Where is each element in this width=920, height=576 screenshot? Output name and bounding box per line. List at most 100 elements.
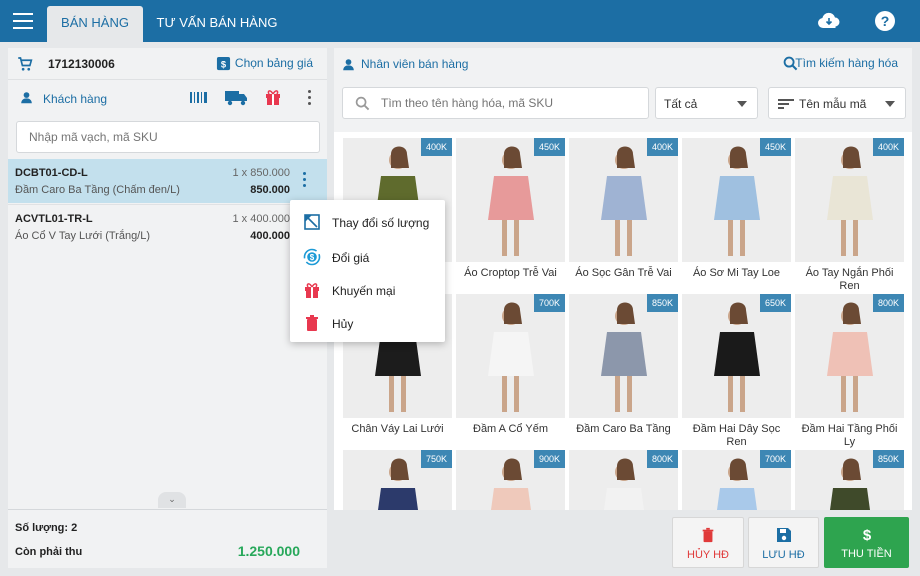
product-image: 400K: [569, 138, 678, 262]
sort-select[interactable]: Tên mẫu mã: [768, 87, 906, 119]
price-badge: 900K: [533, 450, 565, 468]
product-name: Đầm Hai Dây Sọc Ren: [692, 423, 781, 448]
barcode-input-box: [16, 121, 320, 153]
save-invoice-label: LƯU HĐ: [762, 549, 805, 561]
customer-row: Khách hàng: [8, 81, 327, 115]
product-image: 400K: [795, 138, 904, 262]
sort-value: Tên mẫu mã: [799, 97, 867, 111]
sort-icon: [778, 99, 794, 109]
item-name: Đầm Caro Ba Tầng (Chấm đen/L): [15, 184, 180, 196]
category-value: Tất cả: [664, 97, 698, 111]
save-invoice-button[interactable]: LƯU HĐ: [748, 517, 819, 568]
price-badge: 850K: [646, 294, 678, 312]
user-icon: [21, 92, 32, 104]
menu-item-change-price[interactable]: $ Đổi giá: [290, 242, 445, 272]
price-badge: 750K: [420, 450, 452, 468]
svg-text:?: ?: [881, 13, 890, 29]
barcode-input[interactable]: [17, 122, 319, 152]
price-badge: 400K: [420, 138, 452, 156]
item-qty: 1 x 400.000: [232, 213, 291, 225]
customer-button[interactable]: Khách hàng: [43, 92, 107, 106]
save-icon: [776, 528, 791, 542]
top-bar: BÁN HÀNG TƯ VẤN BÁN HÀNG ?: [0, 0, 920, 42]
product-image: 650K: [682, 294, 791, 418]
menu-item-label: Thay đổi số lượng: [332, 216, 430, 230]
menu-item-change-quantity[interactable]: Thay đổi số lượng: [290, 207, 445, 237]
barcode-icon[interactable]: [188, 89, 210, 106]
price-badge: 700K: [759, 450, 791, 468]
item-total: 850.000: [250, 184, 290, 196]
cloud-sync-icon[interactable]: [817, 9, 841, 33]
search-icon: [355, 96, 370, 111]
product-name: Áo Sọc Gân Trễ Vai: [575, 267, 672, 279]
trash-icon: [306, 315, 318, 331]
amount-due-value: 1.250.000: [237, 543, 300, 559]
product-image: 700K: [682, 450, 791, 510]
tab-sales-consulting[interactable]: TƯ VẤN BÁN HÀNG: [150, 6, 284, 42]
find-products-button[interactable]: Tìm kiếm hàng hóa: [795, 56, 898, 70]
collect-payment-label: THU TIỀN: [841, 548, 892, 560]
item-name: Áo Cổ V Tay Lưới (Trắng/L): [15, 230, 151, 242]
product-image: 450K: [456, 138, 565, 262]
product-image: 900K: [456, 450, 565, 510]
product-image: 850K: [795, 450, 904, 510]
menu-item-delete[interactable]: Hủy: [290, 308, 445, 338]
amount-due-label: Còn phải thu: [15, 546, 83, 558]
svg-text:$: $: [310, 253, 315, 262]
more-options-icon[interactable]: [308, 90, 312, 105]
trash-icon: [702, 527, 714, 543]
product-name: Áo Croptop Trễ Vai: [464, 267, 557, 279]
choose-pricebook-button[interactable]: Chọn bảng giá: [235, 56, 313, 70]
edit-quantity-icon: [304, 214, 320, 230]
product-name: Chân Váy Lai Lưới: [351, 423, 444, 435]
product-search-box: [342, 87, 649, 119]
price-badge: 800K: [646, 450, 678, 468]
price-badge: 650K: [759, 294, 791, 312]
order-header: 1712130006 $ Chọn bảng giá: [8, 48, 327, 80]
sales-staff-button[interactable]: Nhân viên bán hàng: [361, 57, 468, 71]
price-list-icon[interactable]: $: [216, 56, 231, 71]
price-badge: 450K: [759, 138, 791, 156]
menu-item-label: Khuyến mại: [332, 284, 396, 298]
item-context-menu: Thay đổi số lượng $ Đổi giá Khuyến mại H…: [290, 200, 445, 342]
menu-item-label: Hủy: [332, 317, 354, 331]
price-badge: 400K: [646, 138, 678, 156]
order-id: 1712130006: [48, 57, 115, 71]
product-image: 800K: [569, 450, 678, 510]
collect-payment-button[interactable]: $ THU TIỀN: [824, 517, 909, 568]
gift-icon: [305, 283, 319, 298]
gift-icon[interactable]: [264, 88, 282, 106]
cart-icon: [18, 57, 33, 71]
svg-text:$: $: [221, 59, 227, 69]
total-quantity: Số lượng: 2: [15, 522, 78, 534]
price-badge: 450K: [533, 138, 565, 156]
delivery-truck-icon[interactable]: [224, 89, 248, 106]
menu-icon[interactable]: [13, 13, 33, 29]
cart-line-item[interactable]: DCBT01-CD-L Đầm Caro Ba Tầng (Chấm đen/L…: [8, 159, 327, 203]
price-badge: 850K: [872, 450, 904, 468]
item-menu-icon[interactable]: [303, 172, 307, 190]
product-name: Áo Tay Ngắn Phối Ren: [805, 267, 894, 292]
product-name: Đầm Hai Tầng Phối Ly: [801, 423, 898, 448]
category-select[interactable]: Tất cả: [655, 87, 758, 119]
menu-item-label: Đổi giá: [332, 251, 370, 265]
product-image: 450K: [682, 138, 791, 262]
item-code: DCBT01-CD-L: [15, 167, 88, 179]
cancel-invoice-label: HỦY HĐ: [687, 549, 729, 561]
price-badge: 800K: [872, 294, 904, 312]
cart-line-item[interactable]: ACVTL01-TR-L Áo Cổ V Tay Lưới (Trắng/L) …: [8, 204, 327, 248]
product-image: 850K: [569, 294, 678, 418]
product-search-input[interactable]: [381, 88, 641, 118]
item-qty: 1 x 850.000: [232, 167, 291, 179]
svg-text:$: $: [862, 527, 871, 542]
item-total: 400.000: [250, 230, 290, 242]
collapse-handle[interactable]: ⌄: [158, 492, 186, 508]
product-name: Đầm Caro Ba Tầng: [576, 423, 671, 435]
menu-item-promotion[interactable]: Khuyến mại: [290, 275, 445, 305]
order-panel: 1712130006 $ Chọn bảng giá Khách hàng Nh…: [8, 48, 327, 568]
chevron-down-icon: [737, 101, 747, 107]
cancel-invoice-button[interactable]: HỦY HĐ: [672, 517, 744, 568]
help-icon[interactable]: ?: [873, 9, 897, 33]
product-image: 750K: [343, 450, 452, 510]
tab-sales[interactable]: BÁN HÀNG: [47, 6, 143, 42]
